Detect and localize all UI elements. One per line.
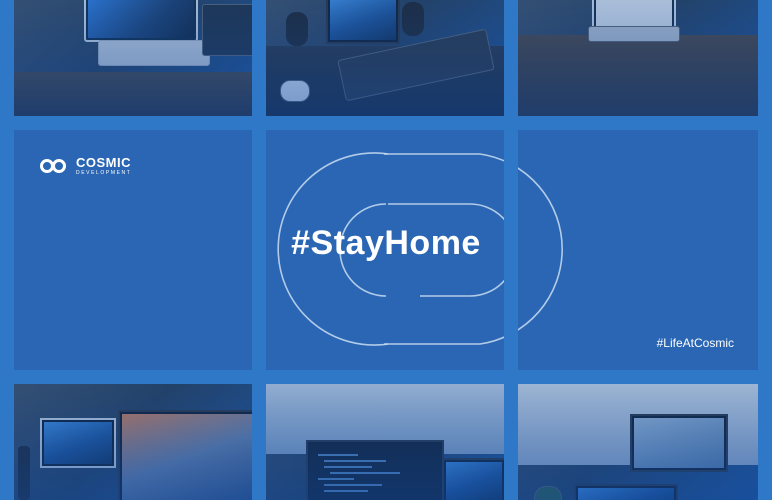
laptop (592, 0, 676, 30)
laptop (84, 0, 198, 42)
photo-tile-bottom-left (14, 384, 252, 500)
photo-tile-top-center (266, 0, 504, 116)
cosmic-logo: COSMIC DEVELOPMENT (40, 156, 131, 176)
plant (534, 486, 562, 500)
coffee-cup (280, 80, 310, 102)
speaker-right (402, 2, 424, 36)
second-monitor (442, 458, 504, 500)
desk-surface (518, 34, 758, 116)
wall-tv (630, 414, 728, 472)
desk-monitor (574, 484, 678, 500)
brand-name: COSMIC (76, 155, 131, 170)
cosmic-logo-icon (40, 158, 70, 174)
bottle (18, 446, 30, 500)
code-monitor (306, 440, 444, 500)
book (202, 4, 252, 56)
monitor (118, 410, 252, 500)
whiteboard (266, 384, 504, 454)
brand-tagline: DEVELOPMENT (76, 170, 132, 176)
photo-tile-bottom-center (266, 384, 504, 500)
photo-tile-top-left (14, 0, 252, 116)
desk-surface (14, 71, 252, 116)
hashtag: #LifeAtCosmic (656, 336, 734, 350)
laptop-keyboard (588, 26, 680, 42)
wall (518, 384, 758, 466)
headline: #StayHome (291, 224, 481, 262)
desk-surface (266, 46, 504, 116)
photo-tile-top-right (518, 0, 758, 116)
laptop-screen (40, 418, 116, 468)
keyboard (337, 28, 495, 102)
laptop-keyboard (98, 40, 210, 66)
speaker-left (286, 12, 308, 46)
photo-tile-bottom-right (518, 384, 758, 500)
monitor (326, 0, 400, 44)
